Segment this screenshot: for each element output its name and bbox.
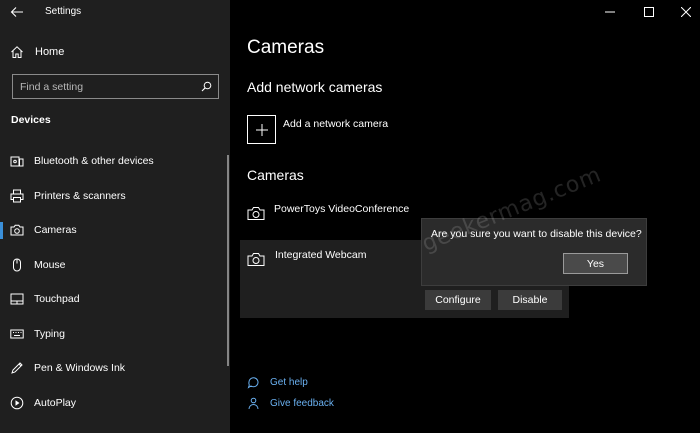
disable-button[interactable]: Disable (498, 290, 562, 310)
yes-button[interactable]: Yes (563, 253, 628, 274)
sidebar-item-pen[interactable]: Pen & Windows Ink (0, 351, 226, 386)
title-bar: Settings (0, 0, 230, 26)
close-icon[interactable] (678, 4, 694, 20)
get-help-label: Get help (270, 377, 308, 388)
camera-item-powertoys[interactable]: PowerToys VideoConference (247, 203, 410, 221)
search-input[interactable] (20, 79, 190, 94)
get-help-link[interactable]: Get help (247, 376, 308, 389)
main-content: Cameras Add network cameras Add a networ… (230, 0, 700, 433)
camera-name: PowerToys VideoConference (274, 203, 410, 215)
sidebar-item-label: Typing (34, 327, 65, 340)
sidebar-item-touchpad[interactable]: Touchpad (0, 282, 226, 317)
sidebar-item-mouse[interactable]: Mouse (0, 248, 226, 283)
mouse-icon (10, 258, 24, 272)
sidebar-item-label: AutoPlay (34, 396, 77, 409)
sidebar-item-label: Mouse (34, 258, 66, 271)
maximize-icon[interactable] (641, 4, 657, 20)
section-title-devices: Devices (11, 114, 51, 126)
minimize-icon[interactable] (602, 4, 618, 20)
configure-button[interactable]: Configure (425, 290, 491, 310)
sidebar: Settings Home Devices Bluetooth & other … (0, 0, 230, 433)
camera-name: Integrated Webcam (275, 249, 367, 261)
sidebar-item-printers[interactable]: Printers & scanners (0, 179, 226, 214)
pen-icon (10, 361, 24, 375)
give-feedback-label: Give feedback (270, 398, 334, 409)
confirm-message: Are you sure you want to disable this de… (431, 228, 642, 240)
confirm-disable-flyout: Are you sure you want to disable this de… (421, 218, 647, 286)
add-camera-label[interactable]: Add a network camera (283, 118, 388, 130)
app-title: Settings (45, 6, 82, 17)
bluetooth-devices-icon (10, 154, 24, 168)
camera-icon (10, 223, 24, 237)
sidebar-item-typing[interactable]: Typing (0, 317, 226, 352)
add-camera-button[interactable] (247, 115, 276, 144)
home-label: Home (35, 46, 65, 58)
sidebar-item-label: Cameras (34, 224, 77, 237)
sidebar-item-label: Pen & Windows Ink (34, 362, 126, 375)
sidebar-scrollbar[interactable] (227, 155, 229, 366)
search-box[interactable] (12, 74, 219, 99)
cameras-section-title: Cameras (247, 167, 304, 183)
back-arrow-icon[interactable] (9, 4, 25, 20)
sidebar-item-bluetooth[interactable]: Bluetooth & other devices (0, 144, 226, 179)
sidebar-item-label: Printers & scanners (34, 189, 126, 202)
autoplay-icon (10, 396, 24, 410)
home-link[interactable]: Home (10, 43, 220, 61)
keyboard-icon (10, 327, 24, 341)
help-chat-icon (247, 377, 259, 389)
printer-icon (10, 189, 24, 203)
sidebar-item-autoplay[interactable]: AutoPlay (0, 386, 226, 421)
sidebar-nav: Bluetooth & other devices Printers & sca… (0, 144, 226, 420)
touchpad-icon (10, 292, 24, 306)
search-icon[interactable] (201, 81, 212, 92)
camera-icon (247, 253, 265, 266)
plus-icon (255, 123, 268, 136)
sidebar-item-cameras[interactable]: Cameras (0, 213, 226, 248)
camera-icon (247, 207, 265, 220)
home-icon (10, 45, 24, 59)
sidebar-item-label: Bluetooth & other devices (34, 155, 154, 168)
add-section-title: Add network cameras (247, 79, 383, 95)
give-feedback-link[interactable]: Give feedback (247, 397, 334, 410)
feedback-icon (248, 397, 259, 410)
page-title: Cameras (247, 37, 325, 58)
sidebar-item-label: Touchpad (34, 293, 80, 306)
